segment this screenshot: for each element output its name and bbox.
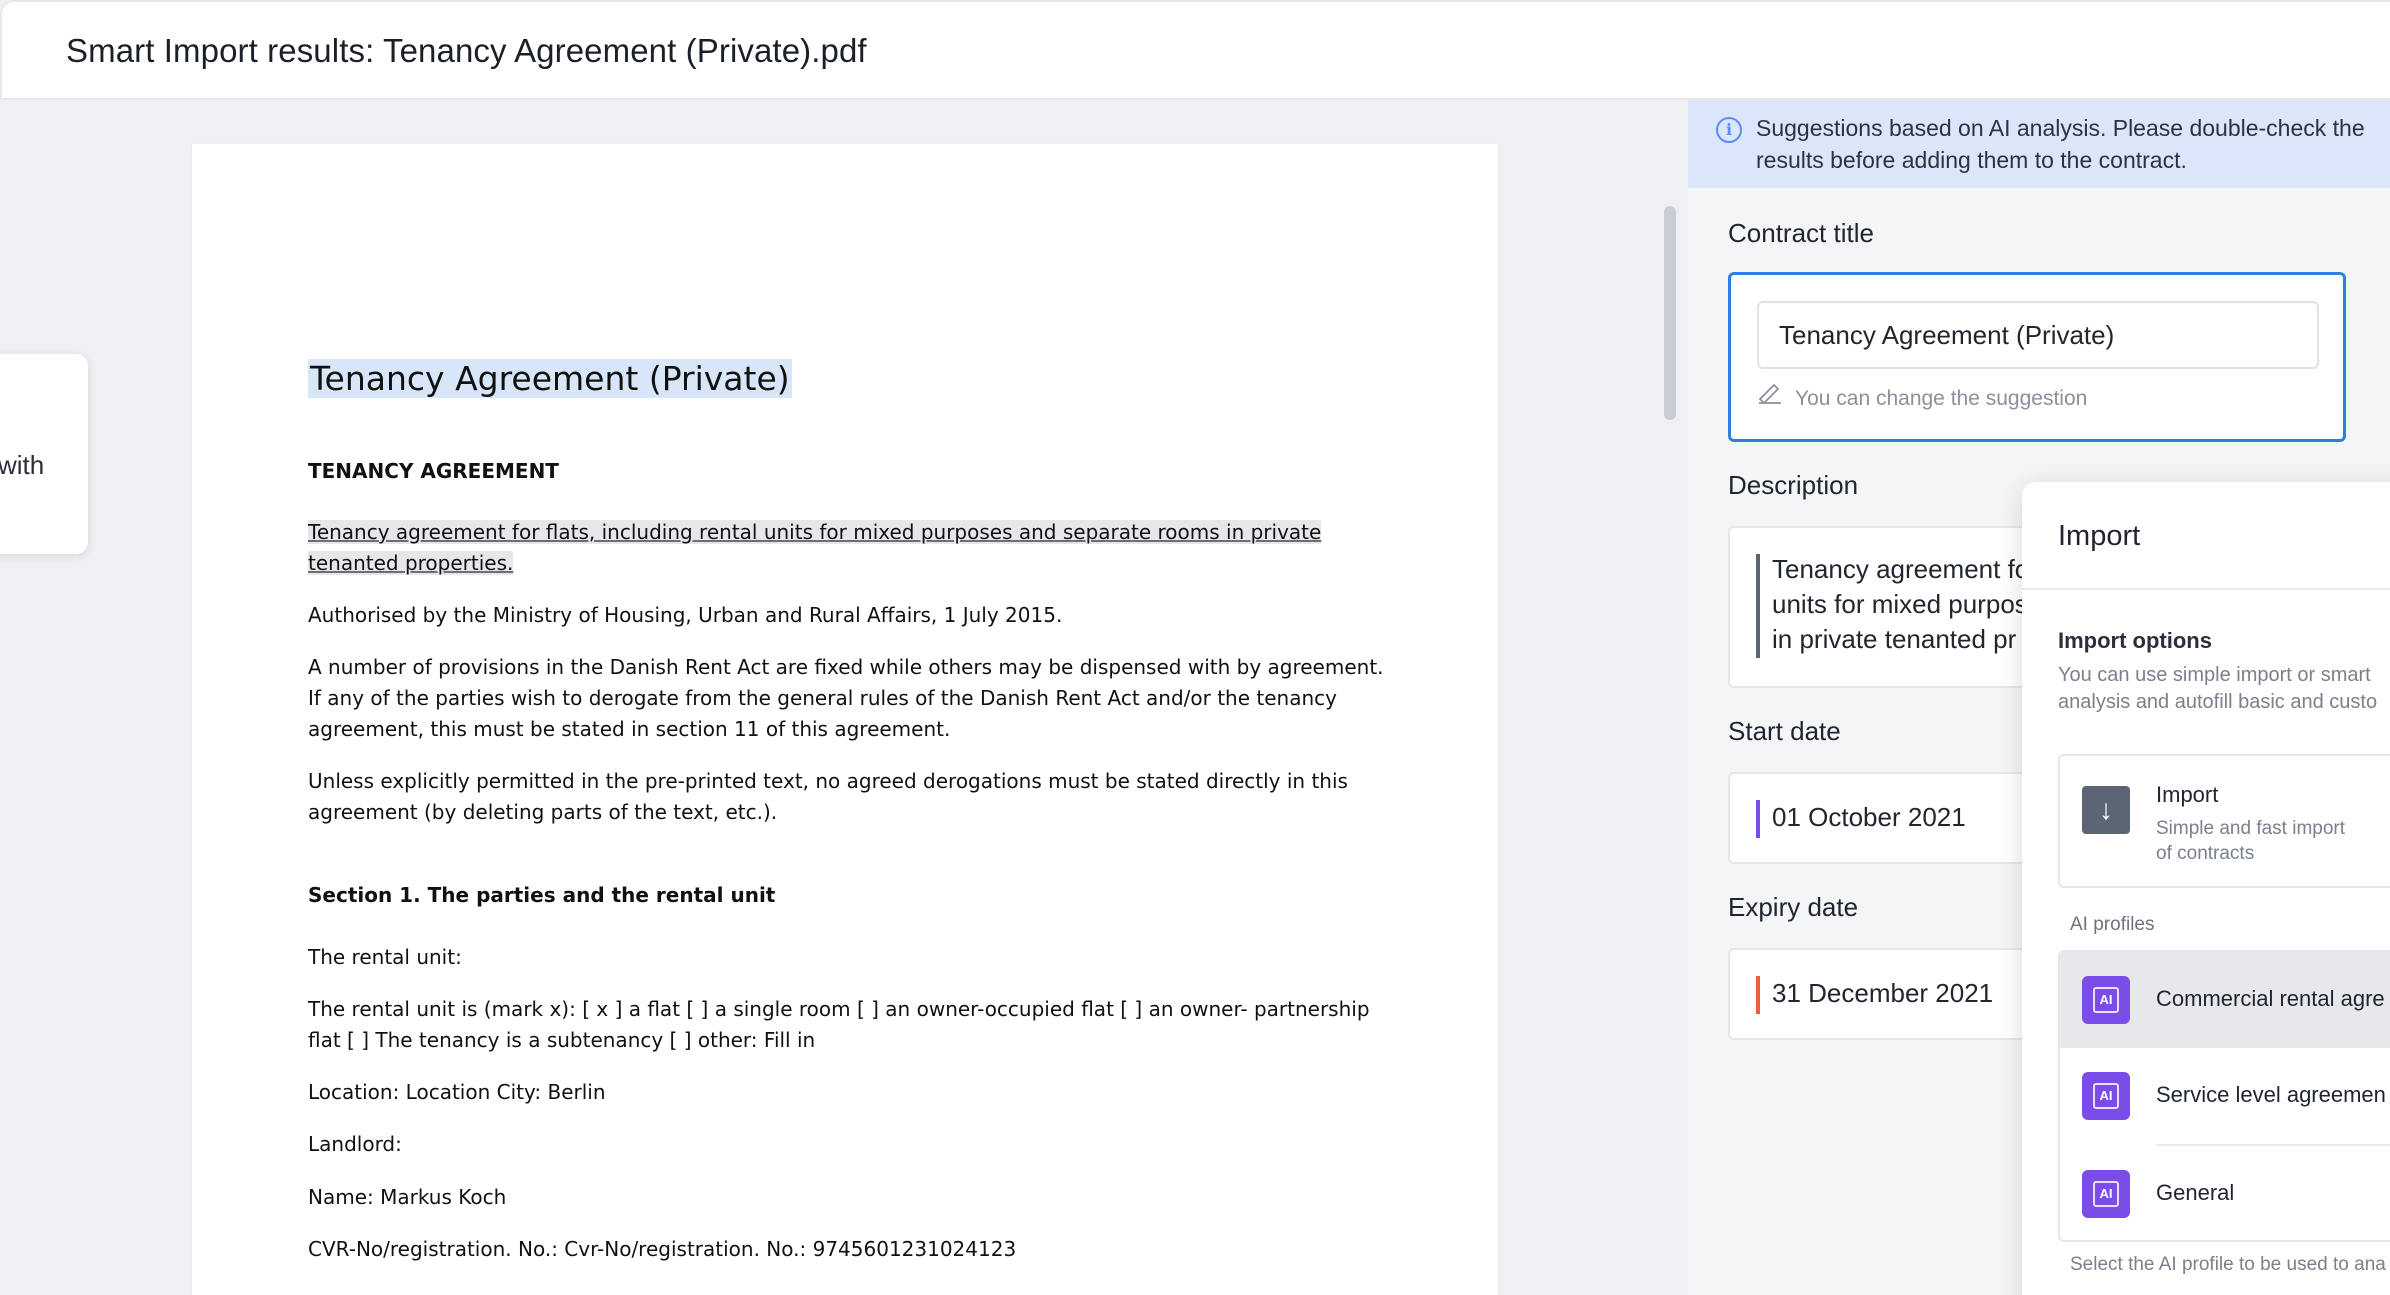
ai-badge-icon: AI [2082, 1170, 2130, 1218]
import-panel: Import Import options You can use simple… [2022, 482, 2390, 1295]
ai-profiles-label: AI profiles [2070, 914, 2155, 935]
ai-profiles-list: AI Commercial rental agre AI Service lev… [2058, 950, 2390, 1242]
title-bar: Smart Import results: Tenancy Agreement … [0, 0, 2390, 100]
contract-title-input[interactable]: Tenancy Agreement (Private) [1757, 301, 2319, 369]
import-options-label: Import options [2058, 628, 2212, 653]
ai-profile-name: Commercial rental agre [2156, 986, 2385, 1011]
import-options-desc: You can use simple import or smart analy… [2058, 664, 2378, 713]
description-line-1: Tenancy agreement fo [1772, 554, 2030, 584]
document-viewer[interactable]: with Tenancy Agreement (Private) TENANCY… [0, 100, 1688, 1295]
document-para1-line-1: A number of provisions in the Danish Ren… [308, 655, 1384, 679]
suggestion-hint-text: You can change the suggestion [1795, 387, 2088, 410]
document-intro-line-1[interactable]: Tenancy agreement for flats, including r… [308, 517, 1322, 548]
expiry-date-accent-bar [1756, 976, 1760, 1014]
start-date-accent-bar [1756, 800, 1760, 838]
info-icon: i [1716, 117, 1742, 143]
viewer-scrollbar[interactable] [1664, 206, 1676, 420]
ai-info-text: Suggestions based on AI analysis. Please… [1756, 115, 2365, 173]
ai-profile-service-level[interactable]: AI Service level agreemen [2060, 1048, 2390, 1144]
document-landlord: Landlord: [308, 1132, 402, 1156]
import-panel-title: Import [2058, 520, 2141, 552]
document-para1-line-2: If any of the parties wish to derogate f… [308, 686, 1337, 710]
document-rental-unit-line-2: flat [ ] The tenancy is a subtenancy [ ]… [308, 1028, 816, 1052]
document-location: Location: Location City: Berlin [308, 1080, 606, 1104]
pen-icon [1757, 383, 1783, 411]
document-section-heading: Section 1. The parties and the rental un… [308, 883, 776, 907]
simple-import-desc: Simple and fast import of contracts [2156, 818, 2346, 864]
description-line-3: in private tenanted pr [1772, 624, 2017, 654]
contract-title-label: Contract title [1728, 218, 1874, 248]
simple-import-option[interactable]: ↓ Import Simple and fast import of contr… [2058, 754, 2390, 888]
ai-info-banner: i Suggestions based on AI analysis. Plea… [1688, 100, 2390, 188]
document-title-highlight[interactable]: Tenancy Agreement (Private) [308, 359, 792, 398]
start-date-value: 01 October 2021 [1772, 802, 1966, 832]
document-heading: TENANCY AGREEMENT [308, 459, 559, 483]
document-page: Tenancy Agreement (Private) TENANCY AGRE… [192, 144, 1498, 1295]
side-card-text: with [0, 450, 45, 480]
description-line-2: units for mixed purpos [1772, 589, 2028, 619]
document-cvr: CVR-No/registration. No.: Cvr-No/registr… [308, 1237, 1017, 1261]
ai-profile-footer-hint: Select the AI profile to be used to ana [2070, 1254, 2386, 1275]
document-rental-unit-label: The rental unit: [308, 945, 462, 969]
document-name: Name: Markus Koch [308, 1185, 507, 1209]
ai-profile-commercial-rental[interactable]: AI Commercial rental agre [2060, 952, 2390, 1048]
document-authorised: Authorised by the Ministry of Housing, U… [308, 603, 1063, 627]
ai-badge-icon: AI [2082, 1072, 2130, 1120]
document-intro-line-2[interactable]: tenanted properties. [308, 548, 514, 579]
side-card[interactable]: with [0, 354, 88, 554]
page-title: Smart Import results: Tenancy Agreement … [66, 32, 867, 69]
download-arrow-icon: ↓ [2082, 786, 2130, 834]
document-para2-line-1: Unless explicitly permitted in the pre-p… [308, 769, 1348, 793]
simple-import-title: Import [2156, 782, 2219, 807]
import-panel-divider [2022, 588, 2390, 590]
ai-profile-name: Service level agreemen [2156, 1082, 2386, 1107]
document-para1-line-3: agreement, this must be stated in sectio… [308, 717, 951, 741]
suggestion-hint: You can change the suggestion [1757, 383, 2087, 411]
ai-badge-icon: AI [2082, 976, 2130, 1024]
contract-title-card[interactable]: Tenancy Agreement (Private) You can chan… [1728, 272, 2346, 442]
expiry-date-label: Expiry date [1728, 892, 1859, 922]
ai-profile-name: General [2156, 1180, 2235, 1205]
start-date-label: Start date [1728, 716, 1841, 746]
document-rental-unit-line-1: The rental unit is (mark x): [ x ] a fla… [308, 997, 1370, 1021]
description-label: Description [1728, 470, 1859, 500]
expiry-date-value: 31 December 2021 [1772, 978, 1994, 1008]
document-para2-line-2: agreement (by deleting parts of the text… [308, 800, 778, 824]
ai-profile-general[interactable]: AI General [2060, 1146, 2390, 1240]
description-accent-bar [1756, 554, 1760, 658]
